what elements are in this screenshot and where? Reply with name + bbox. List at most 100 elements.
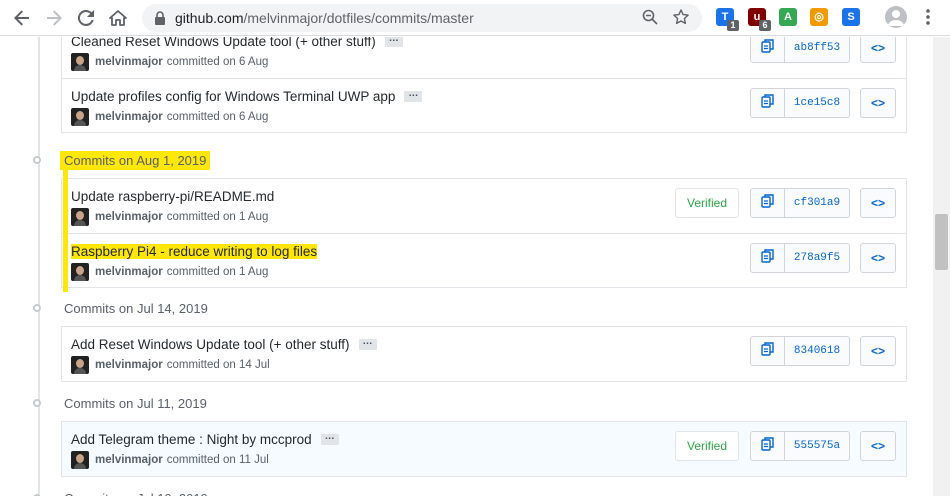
scrollbar-thumb[interactable] xyxy=(935,214,948,270)
commit-node-icon xyxy=(30,396,44,410)
star-icon[interactable] xyxy=(672,9,690,27)
code-icon: <> xyxy=(870,439,885,453)
commit-group-list: Add Telegram theme : Night by mccprod … me… xyxy=(61,421,907,477)
commit-group-heading: Commits on Jul 14, 2019 xyxy=(30,297,212,319)
author-avatar[interactable] xyxy=(71,108,89,126)
commit-sha-link[interactable]: 8340618 xyxy=(785,336,850,366)
clipboard-icon xyxy=(760,248,775,268)
author-avatar[interactable] xyxy=(71,356,89,374)
commit-title-link[interactable]: Add Telegram theme : Night by mccprod xyxy=(71,432,312,447)
copy-sha-button[interactable] xyxy=(750,88,785,118)
sha-button-group: 1ce15c8 xyxy=(750,88,850,118)
browse-repo-button[interactable]: <> xyxy=(860,243,896,273)
home-button[interactable] xyxy=(106,6,130,30)
forward-button[interactable] xyxy=(42,6,66,30)
todoist-extension-icon[interactable]: T1 xyxy=(716,8,739,31)
profile-avatar[interactable] xyxy=(885,6,907,28)
copy-sha-button[interactable] xyxy=(750,243,785,273)
arrow-right-icon xyxy=(47,10,62,26)
zoom-icon[interactable] xyxy=(641,9,659,27)
expand-message-button[interactable]: … xyxy=(404,89,423,102)
extension-badge: 1 xyxy=(727,20,739,31)
browse-repo-button[interactable]: <> xyxy=(860,37,896,63)
clipboard-icon xyxy=(760,38,775,58)
commit-row: Cleaned Reset Windows Update tool (+ oth… xyxy=(62,37,906,78)
browser-menu-button[interactable] xyxy=(925,8,931,26)
sha-button-group: 555575a xyxy=(750,431,850,461)
commit-date: committed on 1 Aug xyxy=(166,266,269,278)
commit-title-link[interactable]: Raspberry Pi4 - reduce writing to log fi… xyxy=(71,244,318,259)
url-path: /melvinmajor/dotfiles/commits/master xyxy=(243,10,474,26)
commit-title-link[interactable]: Add Reset Windows Update tool (+ other s… xyxy=(71,337,350,352)
s-extension-icon[interactable]: S xyxy=(842,8,860,26)
commit-date: committed on 11 Jul xyxy=(166,454,269,466)
commit-sha-link[interactable]: 1ce15c8 xyxy=(785,88,850,118)
commit-title-wrap: Update raspberry-pi/README.md xyxy=(71,189,274,204)
commit-meta: melvinmajor committed on 11 Jul xyxy=(71,451,269,469)
copy-sha-button[interactable] xyxy=(750,431,785,461)
timeline-line xyxy=(38,37,40,496)
commit-meta: melvinmajor committed on 14 Jul xyxy=(71,356,270,374)
lock-icon xyxy=(155,11,165,25)
copy-sha-button[interactable] xyxy=(750,37,785,63)
code-icon: <> xyxy=(870,196,885,210)
commit-author[interactable]: melvinmajor xyxy=(95,454,163,466)
commit-group-date: Commits on Jul 14, 2019 xyxy=(64,300,208,316)
verified-badge[interactable]: Verified xyxy=(675,431,739,461)
commit-author[interactable]: melvinmajor xyxy=(95,359,163,371)
code-icon: <> xyxy=(870,251,885,265)
reload-button[interactable] xyxy=(74,6,98,30)
code-icon: <> xyxy=(870,344,885,358)
commit-row: Update raspberry-pi/README.md melvinmajor… xyxy=(62,179,906,233)
copy-sha-button[interactable] xyxy=(750,188,785,218)
commit-title-link[interactable]: Cleaned Reset Windows Update tool (+ oth… xyxy=(71,37,376,49)
clipboard-icon xyxy=(760,93,775,113)
commit-title-link[interactable]: Update raspberry-pi/README.md xyxy=(71,189,274,204)
commit-node-icon xyxy=(30,153,44,167)
sha-button-group: 8340618 xyxy=(750,336,850,366)
a-extension-icon[interactable]: A xyxy=(779,8,797,26)
browse-repo-button[interactable]: <> xyxy=(860,88,896,118)
commit-sha-link[interactable]: 278a9f5 xyxy=(785,243,850,273)
commit-title-wrap: Add Telegram theme : Night by mccprod … xyxy=(71,432,339,447)
author-avatar[interactable] xyxy=(71,263,89,281)
more-vert-icon xyxy=(926,9,930,25)
commit-title-wrap: Cleaned Reset Windows Update tool (+ oth… xyxy=(71,37,403,49)
commit-author[interactable]: melvinmajor xyxy=(95,56,163,68)
person-icon xyxy=(888,10,904,26)
clipboard-icon xyxy=(760,436,775,456)
commit-author[interactable]: melvinmajor xyxy=(95,211,163,223)
author-avatar[interactable] xyxy=(71,53,89,71)
highlight-marker xyxy=(63,169,68,292)
commit-row: Update profiles config for Windows Termi… xyxy=(62,78,906,132)
sha-button-group: cf301a9 xyxy=(750,188,850,218)
commit-row: Add Telegram theme : Night by mccprod … me… xyxy=(62,422,906,476)
verified-badge[interactable]: Verified xyxy=(675,188,739,218)
browse-repo-button[interactable]: <> xyxy=(860,336,896,366)
author-avatar[interactable] xyxy=(71,208,89,226)
commit-title-link[interactable]: Update profiles config for Windows Termi… xyxy=(71,89,395,104)
owl-extension-icon[interactable]: ◎ xyxy=(810,8,828,26)
expand-message-button[interactable]: … xyxy=(358,337,377,350)
commit-meta: melvinmajor committed on 1 Aug xyxy=(71,263,268,281)
back-button[interactable] xyxy=(10,6,34,30)
expand-message-button[interactable]: … xyxy=(320,432,339,445)
copy-sha-button[interactable] xyxy=(750,336,785,366)
commit-sha-link[interactable]: ab8ff53 xyxy=(785,37,850,63)
address-bar[interactable]: github.com/melvinmajor/dotfiles/commits/… xyxy=(142,4,702,32)
commit-meta: melvinmajor committed on 1 Aug xyxy=(71,208,268,226)
commit-group-list: Update raspberry-pi/README.md melvinmajor… xyxy=(61,178,907,288)
browse-repo-button[interactable]: <> xyxy=(860,188,896,218)
commit-author[interactable]: melvinmajor xyxy=(95,266,163,278)
commit-sha-link[interactable]: cf301a9 xyxy=(785,188,850,218)
commit-author[interactable]: melvinmajor xyxy=(95,111,163,123)
ublock-extension-icon[interactable]: u6 xyxy=(748,8,771,31)
browser-toolbar: github.com/melvinmajor/dotfiles/commits/… xyxy=(0,0,950,36)
browse-repo-button[interactable]: <> xyxy=(860,431,896,461)
expand-message-button[interactable]: … xyxy=(384,37,403,47)
extension-badge: 6 xyxy=(759,20,771,31)
author-avatar[interactable] xyxy=(71,451,89,469)
commit-sha-link[interactable]: 555575a xyxy=(785,431,850,461)
page-scrollbar[interactable] xyxy=(933,37,950,496)
commit-group-list: Cleaned Reset Windows Update tool (+ oth… xyxy=(61,37,907,133)
